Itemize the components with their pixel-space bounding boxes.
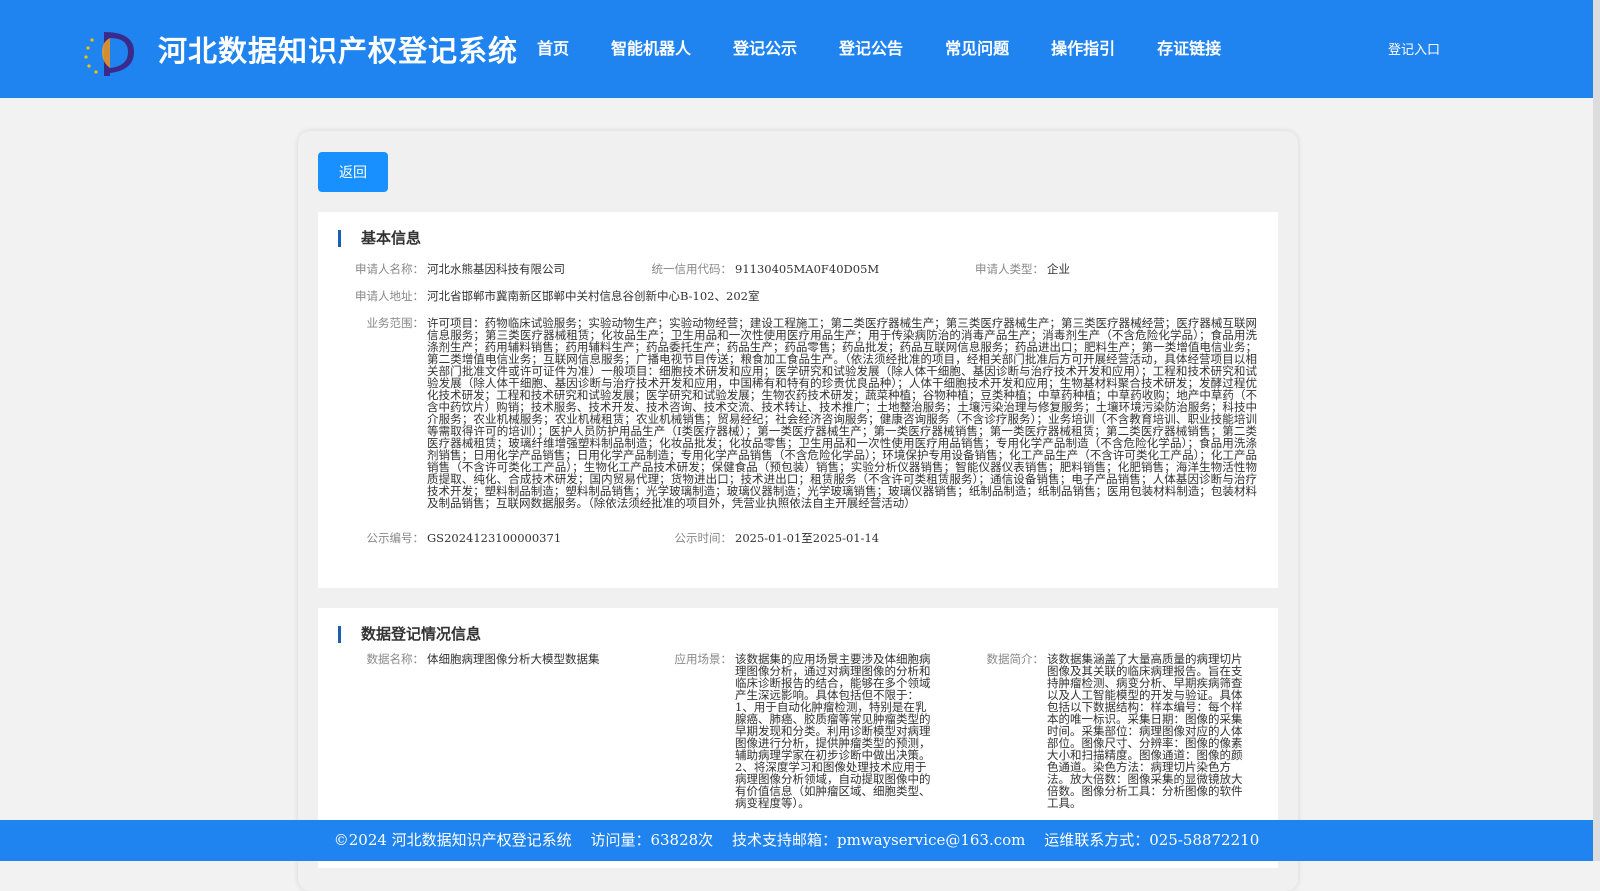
footer-email: 技术支持邮箱：pmwayservice@163.com (731, 831, 1026, 849)
main-nav: 首页 智能机器人 登记公示 登记公告 常见问题 操作指引 存证链接 (537, 35, 1263, 59)
scene-label: 应用场景： (674, 652, 733, 666)
nav-evidence-link[interactable]: 存证链接 (1157, 35, 1221, 59)
pub-no-value: GS2024123100000371 (427, 531, 562, 545)
pub-time-label: 公示时间： (674, 531, 733, 545)
pub-time-value: 2025-01-01至2025-01-14 (735, 531, 880, 545)
data-name-label: 数据名称： (366, 652, 425, 666)
intro-value: 该数据集涵盖了大量高质量的病理切片图像及其关联的临床病理报告。旨在支持肿瘤检测、… (1047, 652, 1243, 810)
credit-value: 91130405MA0F40D05M (735, 262, 880, 276)
footer-visits: 访问量：63828次 (590, 831, 714, 849)
applicant-label: 申请人名称： (355, 262, 424, 276)
scrollbar[interactable] (1593, 0, 1600, 861)
data-name-value: 体细胞病理图像分析大模型数据集 (427, 652, 600, 666)
footer-phone: 运维联系方式：025-58872210 (1044, 831, 1260, 849)
site-title: 河北数据知识产权登记系统 (158, 34, 519, 68)
section-title: 数据登记情况信息 (338, 626, 481, 643)
address-label: 申请人地址： (355, 289, 424, 303)
nav-publicity[interactable]: 登记公示 (733, 35, 797, 59)
logo-icon (84, 32, 134, 76)
scope-value: 许可项目：药物临床试验服务；实验动物生产；实验动物经营；建设工程施工；第二类医疗… (427, 316, 1257, 510)
nav-announcement[interactable]: 登记公告 (839, 35, 903, 59)
nav-faq[interactable]: 常见问题 (945, 35, 1009, 59)
login-link[interactable]: 登记入口 (1388, 39, 1440, 58)
nav-robot[interactable]: 智能机器人 (611, 35, 691, 59)
nav-home[interactable]: 首页 (537, 35, 569, 59)
address-value: 河北省邯郸市冀南新区邯郸中关村信息谷创新中心B-102、202室 (427, 289, 760, 303)
nav-guide[interactable]: 操作指引 (1051, 35, 1115, 59)
back-button[interactable]: 返回 (318, 152, 388, 192)
type-value: 企业 (1047, 262, 1070, 276)
credit-label: 统一信用代码： (651, 262, 733, 276)
applicant-value: 河北水熊基因科技有限公司 (427, 262, 565, 276)
scope-label: 业务范围： (366, 316, 425, 330)
basic-info-section: 基本信息 申请人名称： 河北水熊基因科技有限公司 统一信用代码： 9113040… (318, 212, 1278, 588)
section-title: 基本信息 (338, 230, 421, 247)
type-label: 申请人类型： (975, 262, 1044, 276)
intro-label: 数据简介： (986, 652, 1045, 666)
footer-copyright: ©2024 河北数据知识产权登记系统 (333, 831, 572, 849)
pub-no-label: 公示编号： (366, 531, 425, 545)
site-footer: ©2024 河北数据知识产权登记系统 访问量：63828次 技术支持邮箱：pmw… (0, 820, 1593, 861)
scene-value: 该数据集的应用场景主要涉及体细胞病理图像分析，通过对病理图像的分析和临床诊断报告… (735, 652, 931, 810)
top-header: 河北数据知识产权登记系统 首页 智能机器人 登记公示 登记公告 常见问题 操作指… (0, 0, 1593, 98)
